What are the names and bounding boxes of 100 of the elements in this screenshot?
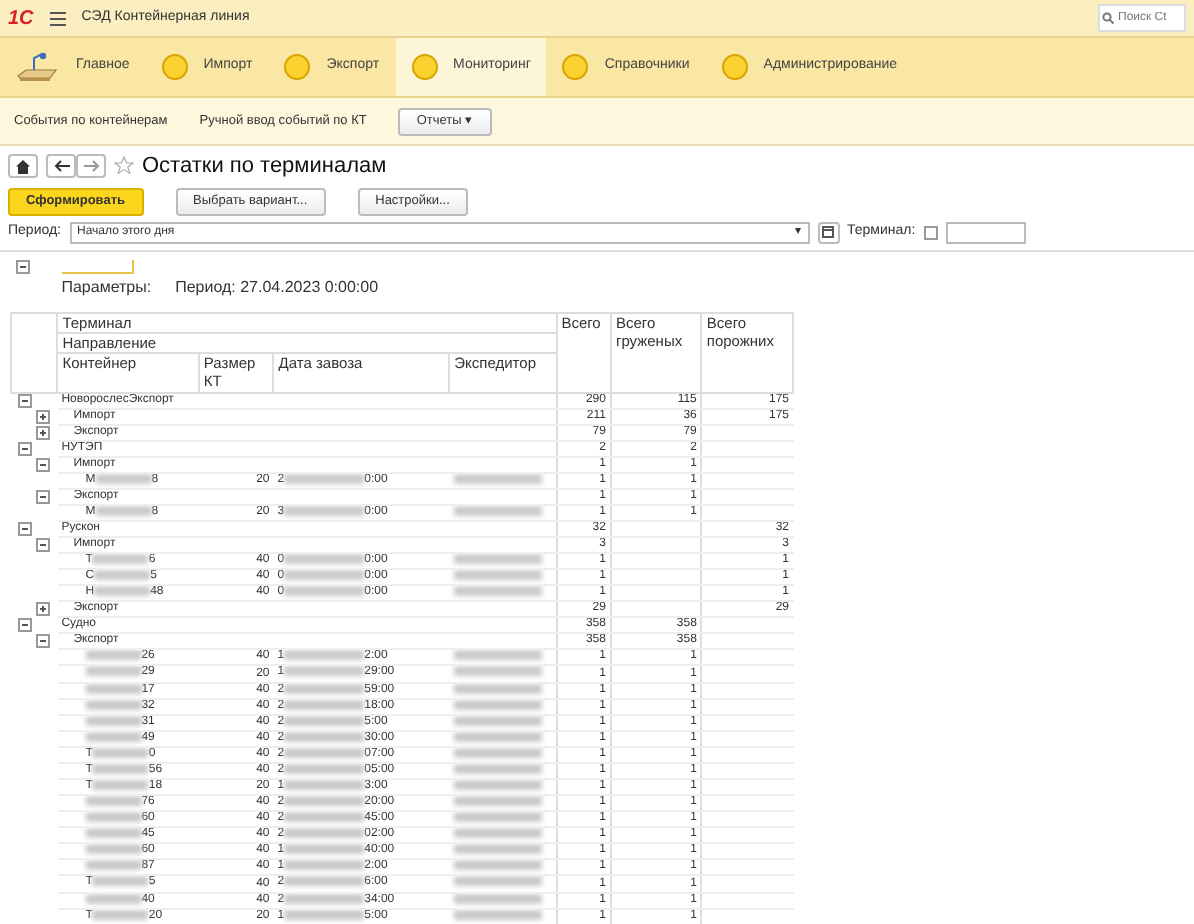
blurred-text bbox=[92, 909, 149, 920]
calendar-icon bbox=[822, 226, 834, 238]
right-arrow-icon bbox=[83, 160, 99, 173]
blurred-text bbox=[85, 715, 142, 726]
blurred-text bbox=[453, 780, 542, 791]
blurred-text bbox=[453, 666, 542, 677]
blurred-text bbox=[453, 586, 542, 597]
blurred-text bbox=[85, 666, 142, 677]
blurred-text bbox=[85, 828, 142, 839]
collapse-toggle[interactable] bbox=[17, 394, 31, 409]
blurred-text bbox=[453, 650, 542, 661]
blurred-text bbox=[453, 796, 542, 807]
left-arrow-icon bbox=[53, 160, 69, 173]
blurred-text bbox=[284, 844, 365, 855]
search-icon bbox=[1102, 12, 1114, 24]
back-button[interactable] bbox=[46, 154, 76, 179]
circle-icon bbox=[562, 54, 589, 80]
blurred-text bbox=[284, 812, 365, 823]
blurred-text bbox=[95, 474, 152, 484]
collapse-toggle[interactable] bbox=[35, 490, 49, 505]
blurred-text bbox=[453, 893, 542, 904]
terminal-field[interactable] bbox=[945, 221, 1026, 243]
circle-icon bbox=[411, 54, 438, 80]
form-title: Остатки по терминалам bbox=[142, 152, 387, 182]
collapse-toggle[interactable] bbox=[17, 618, 31, 633]
blurred-text bbox=[453, 909, 542, 920]
blurred-text bbox=[284, 909, 365, 920]
circle-icon bbox=[721, 54, 748, 80]
collapse-toggle[interactable] bbox=[35, 538, 49, 553]
blurred-text bbox=[92, 876, 149, 887]
blurred-text bbox=[94, 570, 151, 581]
blurred-text bbox=[284, 763, 365, 774]
blurred-text bbox=[284, 796, 365, 807]
blurred-text bbox=[284, 554, 365, 565]
home-button[interactable] bbox=[8, 154, 38, 179]
blurred-text bbox=[85, 860, 142, 871]
expand-toggle[interactable] bbox=[35, 602, 49, 617]
blurred-text bbox=[92, 747, 149, 758]
blurred-text bbox=[284, 570, 365, 581]
blurred-text bbox=[453, 763, 542, 774]
selected-cell[interactable] bbox=[61, 259, 134, 273]
blurred-text bbox=[453, 506, 542, 517]
blurred-text bbox=[95, 506, 152, 517]
blurred-text bbox=[284, 828, 365, 839]
blurred-text bbox=[453, 715, 542, 726]
blurred-text bbox=[284, 876, 365, 887]
terminal-checkbox[interactable] bbox=[923, 225, 938, 239]
collapse-toggle[interactable] bbox=[17, 522, 31, 537]
blurred-text bbox=[284, 715, 365, 726]
blurred-text bbox=[453, 699, 542, 710]
blurred-text bbox=[85, 796, 142, 807]
blurred-text bbox=[453, 828, 542, 839]
blurred-text bbox=[85, 699, 142, 710]
circle-icon bbox=[284, 54, 311, 80]
circle-icon bbox=[161, 54, 188, 80]
blurred-text bbox=[453, 812, 542, 823]
blurred-text bbox=[284, 474, 365, 484]
blurred-text bbox=[284, 650, 365, 661]
blurred-text bbox=[453, 731, 542, 742]
blurred-text bbox=[85, 731, 142, 742]
params-label: Параметры: bbox=[61, 277, 152, 295]
blurred-text bbox=[284, 699, 365, 710]
blurred-text bbox=[284, 747, 365, 758]
blurred-text bbox=[284, 506, 365, 517]
blurred-text bbox=[453, 860, 542, 871]
blurred-text bbox=[284, 586, 365, 597]
blurred-text bbox=[284, 893, 365, 904]
collapse-toggle[interactable] bbox=[17, 442, 31, 456]
desk-lamp-icon bbox=[16, 51, 60, 83]
blurred-text bbox=[453, 474, 542, 484]
blurred-text bbox=[85, 893, 142, 904]
blurred-text bbox=[453, 844, 542, 855]
blurred-text bbox=[92, 780, 149, 791]
blurred-text bbox=[94, 586, 151, 597]
collapse-toggle[interactable] bbox=[15, 259, 29, 273]
blurred-text bbox=[453, 683, 542, 694]
blurred-text bbox=[85, 844, 142, 855]
collapse-toggle[interactable] bbox=[35, 458, 49, 472]
params-value: Период: 27.04.2023 0:00:00 bbox=[175, 277, 379, 295]
app-logo: 1С bbox=[8, 5, 34, 33]
blurred-text bbox=[284, 666, 365, 677]
calendar-button[interactable] bbox=[817, 221, 839, 243]
blurred-text bbox=[453, 876, 542, 887]
home-icon bbox=[16, 159, 30, 174]
blurred-text bbox=[453, 747, 542, 758]
blurred-text bbox=[92, 763, 149, 774]
blurred-text bbox=[85, 683, 142, 694]
blurred-text bbox=[453, 554, 542, 565]
blurred-text bbox=[85, 650, 142, 661]
expand-toggle[interactable] bbox=[35, 410, 49, 424]
blurred-text bbox=[453, 570, 542, 581]
blurred-text bbox=[92, 554, 149, 565]
collapse-toggle[interactable] bbox=[35, 634, 49, 649]
expand-toggle[interactable] bbox=[35, 426, 49, 440]
blurred-text bbox=[85, 812, 142, 823]
menu-icon[interactable] bbox=[49, 11, 66, 25]
star-icon[interactable] bbox=[114, 156, 134, 177]
blurred-text bbox=[284, 860, 365, 871]
blurred-text bbox=[284, 780, 365, 791]
blurred-text bbox=[284, 731, 365, 742]
